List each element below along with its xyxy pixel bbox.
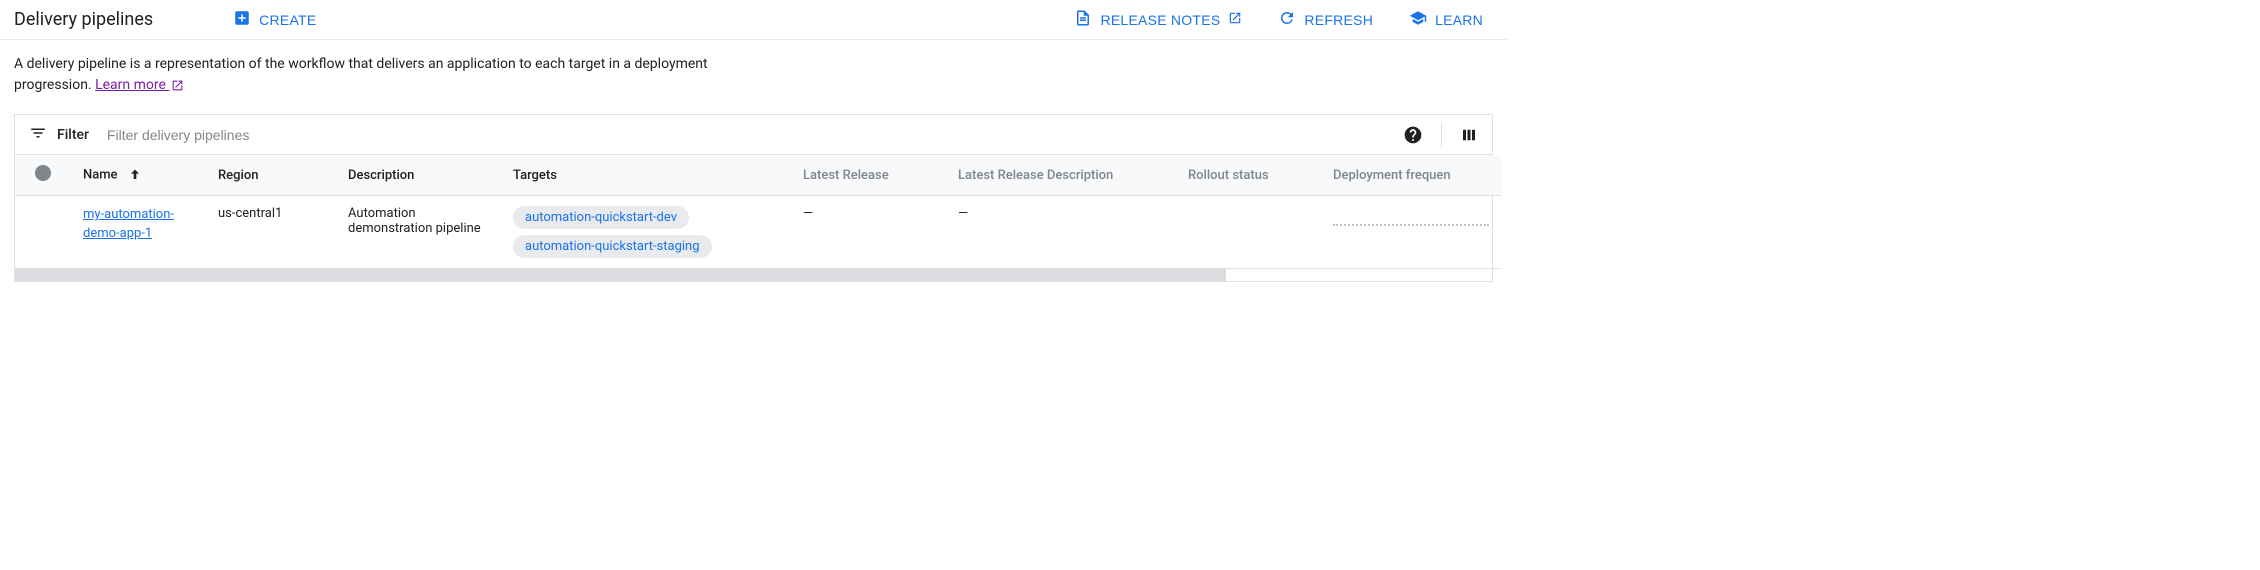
column-name[interactable]: Name — [71, 155, 206, 196]
column-targets[interactable]: Targets — [501, 155, 791, 196]
create-button[interactable]: Create — [223, 3, 326, 36]
page-header: Delivery pipelines Create Release Notes … — [0, 0, 1507, 40]
column-rollout-status[interactable]: Rollout status — [1176, 155, 1321, 196]
learn-more-link[interactable]: Learn more — [95, 77, 184, 93]
column-latest-release[interactable]: Latest Release — [791, 155, 946, 196]
refresh-icon — [1278, 9, 1296, 30]
learn-button[interactable]: Learn — [1399, 3, 1493, 36]
column-latest-release-description[interactable]: Latest Release Description — [946, 155, 1176, 196]
name-cell: my-automation-demo-app-1 — [71, 196, 206, 269]
refresh-button[interactable]: Refresh — [1268, 3, 1383, 36]
filter-input[interactable] — [107, 127, 1403, 143]
status-circle-icon — [35, 165, 51, 181]
filter-actions — [1403, 123, 1478, 147]
targets-list: automation-quickstart-dev automation-qui… — [513, 206, 779, 258]
region-cell: us-central1 — [206, 196, 336, 269]
rollout-status-cell — [1176, 196, 1321, 269]
latest-release-description-cell: — — [946, 196, 1176, 269]
notes-icon — [1074, 9, 1092, 30]
plus-icon — [233, 9, 251, 30]
column-description[interactable]: Description — [336, 155, 501, 196]
description-text: A delivery pipeline is a representation … — [14, 54, 746, 96]
learn-label: Learn — [1435, 12, 1483, 28]
external-link-icon — [1228, 11, 1242, 28]
latest-release-cell: — — [791, 196, 946, 269]
column-region[interactable]: Region — [206, 155, 336, 196]
filter-label: Filter — [57, 127, 89, 143]
release-notes-label: Release Notes — [1100, 12, 1220, 28]
target-chip[interactable]: automation-quickstart-dev — [513, 206, 689, 229]
table-row[interactable]: my-automation-demo-app-1 us-central1 Aut… — [15, 196, 1501, 269]
description-section: A delivery pipeline is a representation … — [0, 40, 760, 114]
page-title: Delivery pipelines — [14, 9, 153, 30]
learn-more-label: Learn more — [95, 77, 166, 93]
table-header-row: Name Region Description Targets Latest R… — [15, 155, 1501, 196]
target-chip[interactable]: automation-quickstart-staging — [513, 235, 712, 258]
refresh-label: Refresh — [1304, 12, 1373, 28]
external-link-icon — [169, 77, 184, 93]
deployment-frequency-cell — [1321, 196, 1501, 269]
pipelines-table: Name Region Description Targets Latest R… — [15, 155, 1501, 269]
divider — [1441, 123, 1442, 147]
filter-icon — [29, 124, 47, 146]
filter-bar: Filter — [15, 115, 1492, 155]
column-name-label: Name — [83, 167, 118, 182]
release-notes-button[interactable]: Release Notes — [1064, 3, 1252, 36]
status-cell — [15, 196, 71, 269]
column-deployment-frequency[interactable]: Deployment frequen — [1321, 155, 1501, 196]
pipeline-name-link[interactable]: my-automation-demo-app-1 — [83, 206, 194, 244]
description-cell: Automation demonstration pipeline — [336, 196, 501, 269]
learn-icon — [1409, 9, 1427, 30]
horizontal-scrollbar[interactable] — [15, 269, 1226, 281]
columns-icon[interactable] — [1460, 126, 1478, 144]
sort-ascending-icon — [127, 167, 143, 183]
deployment-frequency-placeholder — [1333, 206, 1489, 226]
create-label: Create — [259, 12, 316, 28]
help-icon[interactable] — [1403, 125, 1423, 145]
targets-cell: automation-quickstart-dev automation-qui… — [501, 196, 791, 269]
pipelines-table-container: Filter — [14, 114, 1493, 282]
column-status[interactable] — [15, 155, 71, 196]
